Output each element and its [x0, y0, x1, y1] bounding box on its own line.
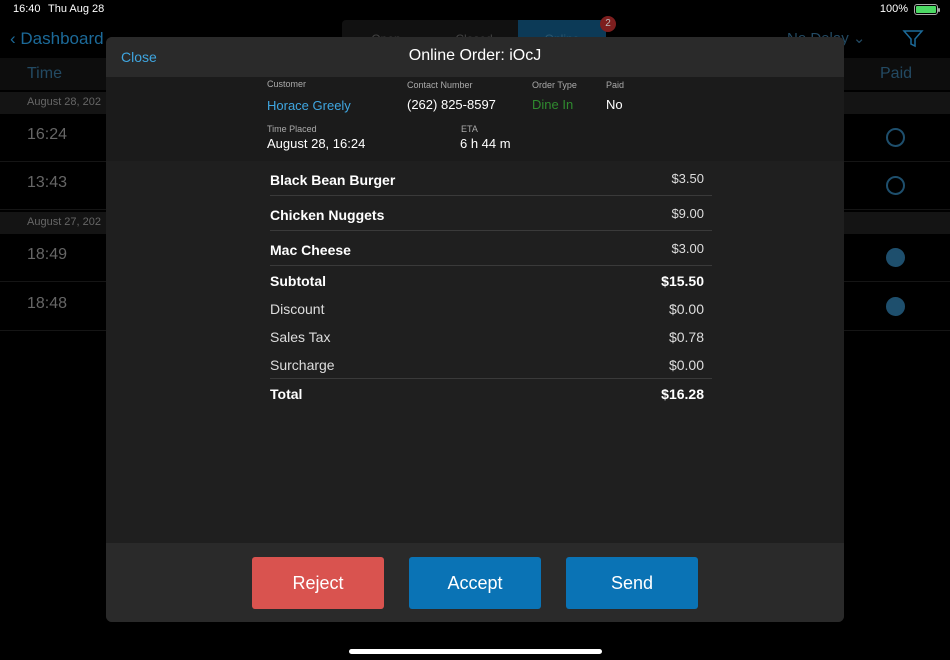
order-time: 16:24	[27, 126, 68, 143]
eta-label: ETA	[461, 124, 478, 134]
back-button[interactable]: ‹ Dashboard	[10, 29, 104, 49]
back-label: Dashboard	[20, 29, 104, 48]
status-time: 16:40	[13, 3, 41, 15]
discount-label: Discount	[270, 301, 325, 317]
column-time: Time	[27, 65, 62, 82]
list-item: Black Bean Burger $3.50	[270, 161, 712, 196]
accept-button[interactable]: Accept	[409, 557, 541, 609]
surcharge-row: Surcharge $0.00	[270, 350, 712, 378]
surcharge-label: Surcharge	[270, 357, 335, 373]
online-count-badge: 2	[600, 16, 616, 32]
home-indicator[interactable]	[349, 649, 602, 654]
order-time: 13:43	[27, 174, 68, 191]
item-name: Black Bean Burger	[270, 172, 396, 188]
sales-tax-value: $0.78	[668, 329, 704, 345]
item-name: Mac Cheese	[270, 242, 351, 258]
sales-tax-row: Sales Tax $0.78	[270, 322, 712, 350]
status-date: Thu Aug 28	[48, 3, 105, 15]
chevron-down-icon: ⌄	[852, 30, 866, 47]
paid-indicator-icon	[886, 297, 905, 316]
total-value: $16.28	[661, 386, 704, 402]
modal-title: Online Order: iOcJ	[408, 47, 542, 64]
item-price: $3.50	[671, 171, 704, 186]
item-name: Chicken Nuggets	[270, 207, 385, 223]
modal-header: Close Online Order: iOcJ	[106, 37, 844, 77]
list-item: Mac Cheese $3.00	[270, 231, 712, 266]
list-item: Chicken Nuggets $9.00	[270, 196, 712, 231]
battery-percentage: 100%	[879, 3, 908, 15]
time-placed-value: August 28, 16:24	[267, 136, 366, 151]
reject-button[interactable]: Reject	[252, 557, 384, 609]
contact-number: (262) 825-8597	[407, 97, 496, 112]
order-time: 18:48	[27, 295, 68, 312]
total-label: Total	[270, 386, 303, 402]
column-paid: Paid	[880, 65, 913, 82]
paid-indicator-icon	[886, 248, 905, 267]
customer-label: Customer	[267, 79, 307, 89]
order-info-panel: Customer Horace Greely Contact Number (2…	[106, 77, 844, 161]
paid-value: No	[606, 97, 623, 112]
item-price: $9.00	[671, 206, 704, 221]
customer-name-link[interactable]: Horace Greely	[267, 98, 351, 113]
sales-tax-label: Sales Tax	[270, 329, 331, 345]
order-time: 18:49	[27, 246, 68, 263]
paid-indicator-icon	[886, 176, 905, 195]
subtotal-row: Subtotal $15.50	[270, 266, 712, 294]
subtotal-label: Subtotal	[270, 273, 326, 289]
eta-value: 6 h 44 m	[460, 136, 511, 151]
modal-footer: Reject Accept Send	[106, 543, 844, 622]
paid-label: Paid	[606, 80, 625, 90]
battery-fill	[916, 6, 936, 13]
battery-icon	[914, 4, 940, 15]
order-items-list: Black Bean Burger $3.50 Chicken Nuggets …	[270, 161, 712, 406]
subtotal-value: $15.50	[661, 273, 704, 289]
discount-value: $0.00	[668, 301, 704, 317]
filter-icon[interactable]	[902, 29, 924, 49]
paid-indicator-icon	[886, 128, 905, 147]
time-placed-label: Time Placed	[267, 124, 317, 134]
status-bar: 16:40 Thu Aug 28 100%	[0, 0, 950, 20]
total-row: Total $16.28	[270, 378, 712, 406]
surcharge-value: $0.00	[668, 357, 704, 373]
chevron-left-icon: ‹	[10, 29, 21, 48]
order-type-label: Order Type	[532, 80, 577, 90]
send-button[interactable]: Send	[566, 557, 698, 609]
contact-label: Contact Number	[407, 80, 473, 90]
order-type-value: Dine In	[532, 97, 574, 112]
discount-row: Discount $0.00	[270, 294, 712, 322]
online-order-modal: Close Online Order: iOcJ Customer Horace…	[106, 37, 844, 622]
item-price: $3.00	[671, 241, 704, 256]
